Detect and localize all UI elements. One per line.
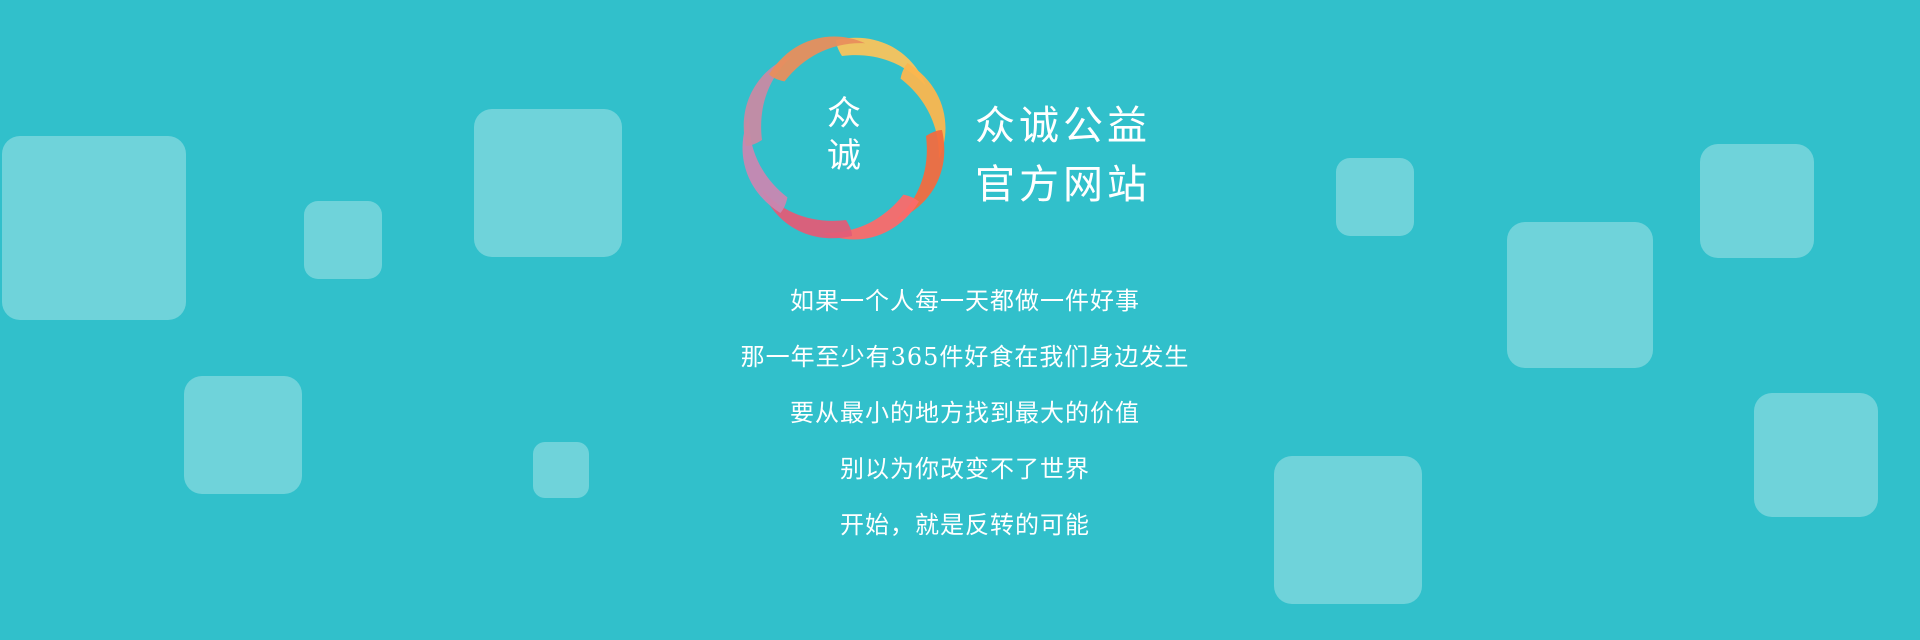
- slogan-line: 那一年至少有365件好食在我们身边发生: [740, 343, 1190, 371]
- slogan-line: 别以为你改变不了世界: [840, 455, 1090, 483]
- slogan-list: 如果一个人每一天都做一件好事 那一年至少有365件好食在我们身边发生 要从最小的…: [660, 287, 1270, 567]
- hero-banner: 众 诚 众诚公益 官方网站 如果一个人每一天都做一件好事 那一年至少有365件好…: [0, 0, 1920, 640]
- slogan-line: 开始，就是反转的可能: [840, 511, 1090, 539]
- decor-square: [474, 109, 622, 257]
- decor-square: [184, 376, 302, 494]
- slogan-line: 如果一个人每一天都做一件好事: [790, 287, 1140, 315]
- logo-char-bottom: 诚: [827, 136, 861, 176]
- decor-square: [1754, 393, 1878, 517]
- slogan-line: 要从最小的地方找到最大的价值: [790, 399, 1140, 427]
- logo[interactable]: 众 诚: [736, 32, 952, 244]
- decor-square: [1700, 144, 1814, 258]
- decor-square: [1274, 456, 1422, 604]
- site-title-line1: 众诚公益: [975, 103, 1151, 149]
- decor-square: [2, 136, 186, 320]
- logo-char-top: 众: [827, 94, 861, 134]
- decor-square: [533, 442, 589, 498]
- decor-square: [1507, 222, 1653, 368]
- decor-square: [1336, 158, 1414, 236]
- decor-square: [304, 201, 382, 279]
- site-title-line2: 官方网站: [975, 162, 1151, 208]
